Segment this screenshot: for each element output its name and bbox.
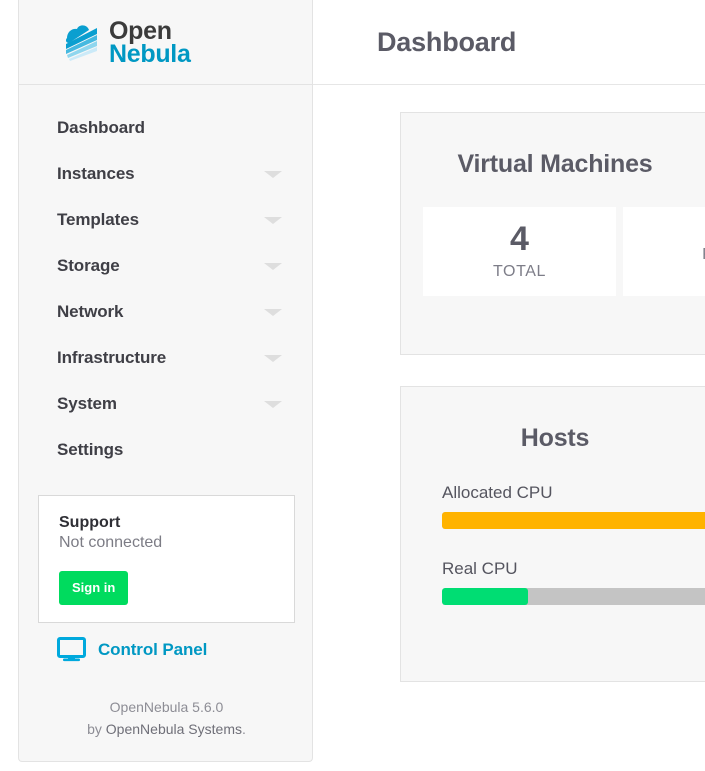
panel-title: Hosts <box>520 424 590 452</box>
meter-track <box>442 588 705 605</box>
cloud-logo-icon <box>65 25 97 61</box>
sidebar-item-storage[interactable]: Storage <box>19 243 312 289</box>
stat-value: 4 <box>510 220 529 258</box>
footer-by-suffix: . <box>241 720 246 737</box>
meter-fill <box>442 588 528 605</box>
panel-title: Virtual Machines <box>457 150 653 178</box>
vm-stat-card-total[interactable]: 4 TOTAL <box>423 207 616 296</box>
footer-company[interactable]: OpenNebula Systems <box>106 721 242 737</box>
sidebar-logo-area[interactable]: Open Nebula <box>19 0 312 85</box>
sidebar-item-instances[interactable]: Instances <box>19 151 312 197</box>
hosts-meters: Allocated CPU Real CPU <box>401 453 705 605</box>
chevron-down-icon <box>264 217 282 224</box>
sidebar-item-label: System <box>57 394 117 413</box>
meter-real-cpu: Real CPU <box>442 559 705 605</box>
sidebar: Open Nebula Dashboard Instances Template… <box>18 0 313 762</box>
brand-logo[interactable]: Open Nebula <box>57 18 191 68</box>
sidebar-item-label: Settings <box>57 440 124 459</box>
hosts-panel: Hosts Allocated CPU Real CPU <box>400 386 705 682</box>
footer-credit: by OpenNebula Systems. <box>19 719 312 741</box>
monitor-icon <box>57 637 86 662</box>
chevron-down-icon <box>264 263 282 270</box>
sidebar-item-templates[interactable]: Templates <box>19 197 312 243</box>
sidebar-item-label: Dashboard <box>57 118 145 137</box>
sidebar-item-settings[interactable]: Settings <box>19 427 312 473</box>
chevron-down-icon <box>264 401 282 408</box>
control-panel-label: Control Panel <box>98 639 208 659</box>
sidebar-item-system[interactable]: System <box>19 381 312 427</box>
sidebar-item-label: Storage <box>57 256 120 275</box>
brand-name-nebula: Nebula <box>109 39 191 68</box>
support-title: Support <box>59 514 121 531</box>
meter-allocated-cpu: Allocated CPU <box>442 483 705 529</box>
main-header: Dashboard <box>313 0 705 85</box>
sign-in-button[interactable]: Sign in <box>59 570 129 605</box>
main-body: Virtual Machines 4 TOTAL PEN Hosts <box>313 85 705 682</box>
sidebar-item-label: Infrastructure <box>57 348 167 367</box>
chevron-down-icon <box>264 309 282 316</box>
meter-label: Real CPU <box>442 559 518 578</box>
main-content: Dashboard Virtual Machines 4 TOTAL PEN <box>313 0 705 771</box>
vm-stat-cards: 4 TOTAL PEN <box>401 207 705 296</box>
meter-label: Allocated CPU <box>442 483 553 502</box>
sidebar-item-label: Instances <box>57 164 135 183</box>
sidebar-nav: Dashboard Instances Templates Storage Ne… <box>19 85 312 473</box>
sidebar-item-infrastructure[interactable]: Infrastructure <box>19 335 312 381</box>
chevron-down-icon <box>264 171 282 178</box>
sidebar-item-label: Templates <box>57 210 139 229</box>
control-panel-link[interactable]: Control Panel <box>57 637 207 662</box>
virtual-machines-panel: Virtual Machines 4 TOTAL PEN <box>400 112 705 355</box>
footer-version: OpenNebula 5.6.0 <box>109 699 224 715</box>
opennebula-dashboard: Open Nebula Dashboard Instances Template… <box>0 0 705 771</box>
meter-track <box>442 512 705 529</box>
support-status: Not connected <box>59 534 163 552</box>
vm-stat-card-pending[interactable]: PEN <box>623 207 705 296</box>
stat-label: TOTAL <box>492 263 547 280</box>
brand-wordmark: Open Nebula <box>109 18 191 68</box>
support-panel: Support Not connected Sign in <box>38 495 295 623</box>
chevron-down-icon <box>264 355 282 362</box>
sidebar-item-network[interactable]: Network <box>19 289 312 335</box>
meter-fill <box>442 512 705 529</box>
sidebar-item-dashboard[interactable]: Dashboard <box>19 105 312 151</box>
sidebar-item-label: Network <box>57 302 124 321</box>
page-title: Dashboard <box>377 26 517 57</box>
footer-by-prefix: by <box>87 720 106 737</box>
sidebar-footer: OpenNebula 5.6.0 by OpenNebula Systems. <box>19 697 312 741</box>
